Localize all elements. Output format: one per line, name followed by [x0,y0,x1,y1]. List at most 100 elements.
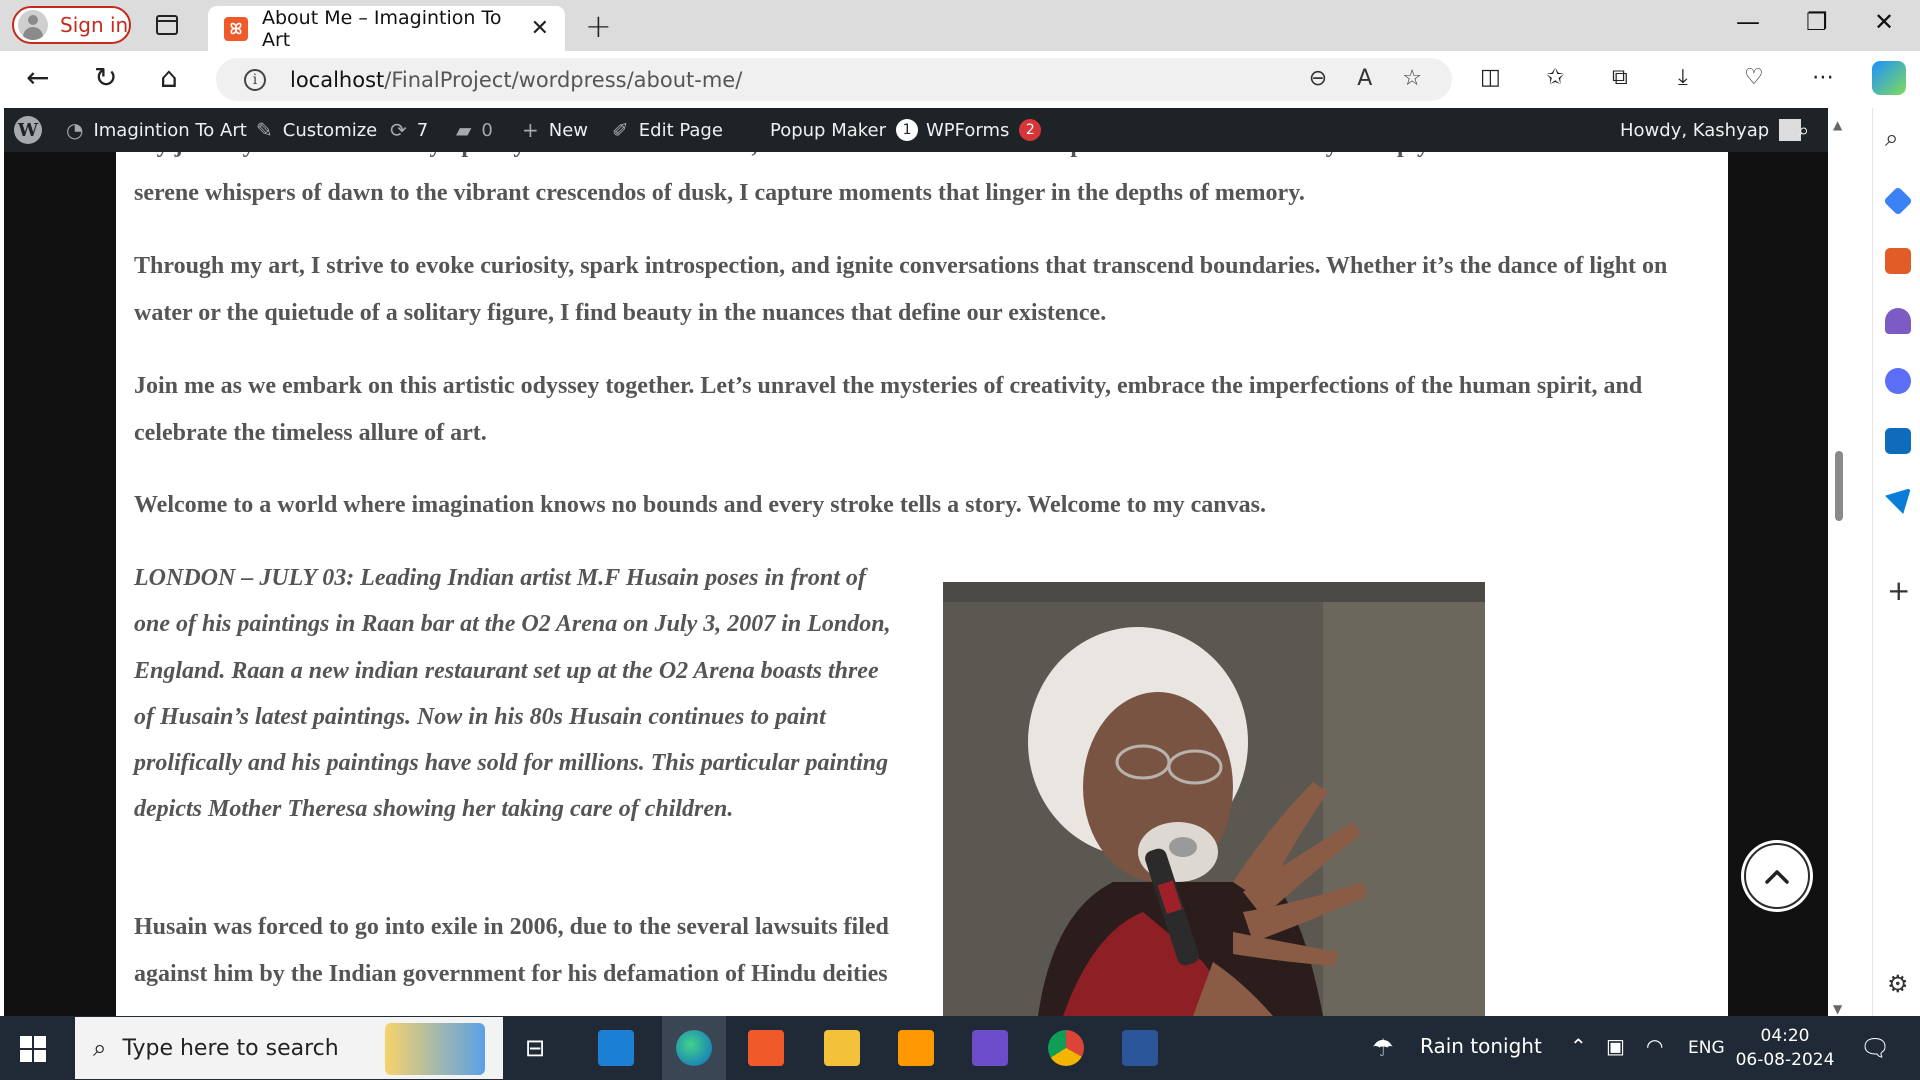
read-aloud-icon[interactable]: A︎ [1357,66,1372,91]
task-view-icon[interactable]: ⊟ [525,1034,545,1062]
zoom-out-icon[interactable]: ⊖ [1309,66,1327,91]
file-explorer-icon[interactable] [824,1030,860,1066]
url-text[interactable]: localhost/FinalProject/wordpress/about-m… [290,68,742,92]
comments-count: 0 [481,119,493,141]
tab-actions-icon[interactable] [156,15,178,35]
browser-essentials-icon[interactable]: ♡ [1744,65,1764,90]
customize-link[interactable]: ✎ Customize [256,108,377,152]
taskbar-search-placeholder: Type here to search [122,1035,339,1061]
admin-search[interactable]: ⌕ [1798,108,1809,152]
popup-maker-badge: 1 [896,119,919,141]
favorites-icon[interactable]: ✩ [1546,65,1564,90]
new-tab-icon[interactable]: + [585,7,612,45]
copilot-icon[interactable] [1872,61,1906,95]
article-content: My journey as an artist is a symphony of… [116,152,1728,1016]
paragraph-intro-top: My journey as an artist is a symphony of… [134,152,1714,169]
page-viewport: My journey as an artist is a symphony of… [4,152,1828,1016]
taskbar-search-box[interactable]: ⌕ Type here to search [75,1017,503,1079]
scroll-to-top-button[interactable] [1744,843,1810,909]
new-label: New [548,119,589,141]
close-tab-icon[interactable]: ✕ [531,16,549,41]
visual-studio-icon[interactable] [972,1030,1008,1066]
games-icon[interactable] [1885,308,1911,334]
browser-tab-strip: Sign in ꕤ About Me – Imagintion To Art ✕… [0,0,1920,51]
artist-photo-illustration [943,582,1485,1016]
language-indicator[interactable]: ENG [1688,1038,1725,1058]
scrollbar-thumb[interactable] [1835,451,1843,521]
search-highlight-illustration-icon [385,1023,485,1075]
microsoft-365-icon[interactable] [1885,368,1911,394]
back-icon[interactable]: ← [26,61,49,94]
restore-icon[interactable]: ❐ [1806,8,1828,36]
sign-in-button[interactable]: Sign in [12,6,131,44]
word-app-icon[interactable] [1122,1030,1158,1066]
scroll-down-arrow-icon[interactable]: ▼ [1833,1002,1842,1016]
active-tab[interactable]: ꕤ About Me – Imagintion To Art ✕ [208,6,565,51]
exile-text-continued: Hindu deities [750,961,888,987]
comments-link[interactable]: ▰ 0 [456,108,493,152]
search-icon: ⌕ [1798,118,1810,142]
paragraph-welcome: Welcome to a world where imagination kno… [134,492,1266,518]
address-bar[interactable]: i localhost/FinalProject/wordpress/about… [216,58,1452,101]
sidebar-search-icon[interactable]: ⌕ [1885,124,1898,152]
artist-photo [943,582,1485,1016]
site-favicon-icon: ꕤ [224,16,248,41]
notifications-icon[interactable]: 🗨︎ [1860,1034,1890,1062]
send-icon[interactable] [1885,488,1911,514]
add-sidebar-app-icon[interactable]: + [1887,574,1910,607]
outlook-icon[interactable] [1885,428,1911,454]
wp-logo-menu[interactable]: W [14,108,42,152]
address-bar-icons: ⊖ A︎ ☆ [1309,66,1422,91]
refresh-icon[interactable]: ↻ [94,61,117,94]
comment-bubble-icon: ▰ [456,118,472,142]
shopping-tag-icon[interactable] [1883,186,1913,216]
taskbar-clock[interactable]: 04:20 06-08-2024 [1730,1024,1840,1072]
url-host: localhost [290,67,385,92]
updates-link[interactable]: ⟳ 7 [390,108,428,152]
site-name-label: Imagintion To Art [93,119,247,141]
account-menu[interactable]: Howdy, Kashyap [1620,108,1802,152]
downloads-icon[interactable]: ⤓ [1678,65,1688,90]
network-wifi-icon[interactable]: ◠ [1646,1034,1663,1058]
chrome-app-icon[interactable] [1048,1030,1084,1066]
wpforms-badge: 2 [1019,119,1042,141]
popup-maker-label: Popup Maker [770,119,887,141]
wp-admin-bar: W ◔ Imagintion To Art ✎ Customize ⟳ 7 ▰ … [4,108,1828,152]
minimize-icon[interactable]: — [1736,8,1760,36]
page-scrollbar[interactable]: ▲ ▼ [1832,118,1846,1016]
show-hidden-icons-chevron-icon[interactable]: ⌃ [1570,1034,1587,1058]
customize-label: Customize [282,119,378,141]
popup-maker-menu[interactable]: Popup Maker 1 [770,108,919,152]
edge-app-icon[interactable] [676,1030,712,1066]
mail-app-icon[interactable] [598,1030,634,1066]
close-window-icon[interactable]: ✕ [1874,8,1894,36]
howdy-label: Howdy, Kashyap [1620,119,1770,141]
sidebar-settings-gear-icon[interactable]: ⚙ [1887,970,1909,998]
scroll-up-arrow-icon[interactable]: ▲ [1833,118,1842,132]
wpforms-label: WPForms [926,119,1010,141]
windows-start-icon[interactable] [20,1036,46,1062]
favorite-star-icon[interactable]: ☆ [1402,66,1422,91]
tools-briefcase-icon[interactable] [1885,248,1911,274]
updates-icon: ⟳ [390,118,407,142]
paintbrush-icon: ✎ [256,118,273,142]
device-icon[interactable]: ▣ [1606,1034,1625,1058]
edit-page-link[interactable]: ✐ Edit Page [612,108,723,152]
sublime-text-icon[interactable] [898,1030,934,1066]
home-icon[interactable]: ⌂ [160,61,178,94]
paragraph-intro: serene whispers of dawn to the vibrant c… [134,180,1305,206]
weather-text[interactable]: Rain tonight [1420,1034,1542,1058]
new-content-menu[interactable]: + New [522,108,588,152]
split-screen-icon[interactable]: ◫ [1480,65,1501,90]
xampp-app-icon[interactable] [748,1030,784,1066]
collections-icon[interactable]: ⧉ [1612,65,1628,90]
site-name-menu[interactable]: ◔ Imagintion To Art [66,108,247,152]
image-caption: LONDON – JULY 03: Leading Indian artist … [134,565,891,823]
weather-umbrella-icon[interactable]: ☂ [1372,1034,1394,1062]
wpforms-menu[interactable]: WPForms 2 [926,108,1042,152]
edge-sidebar: ⌕ + ⚙ [1872,108,1920,1016]
site-info-icon[interactable]: i [244,68,266,91]
dashboard-icon: ◔ [66,118,84,142]
more-options-icon[interactable]: ⋯ [1812,65,1834,90]
updates-count: 7 [416,119,429,141]
